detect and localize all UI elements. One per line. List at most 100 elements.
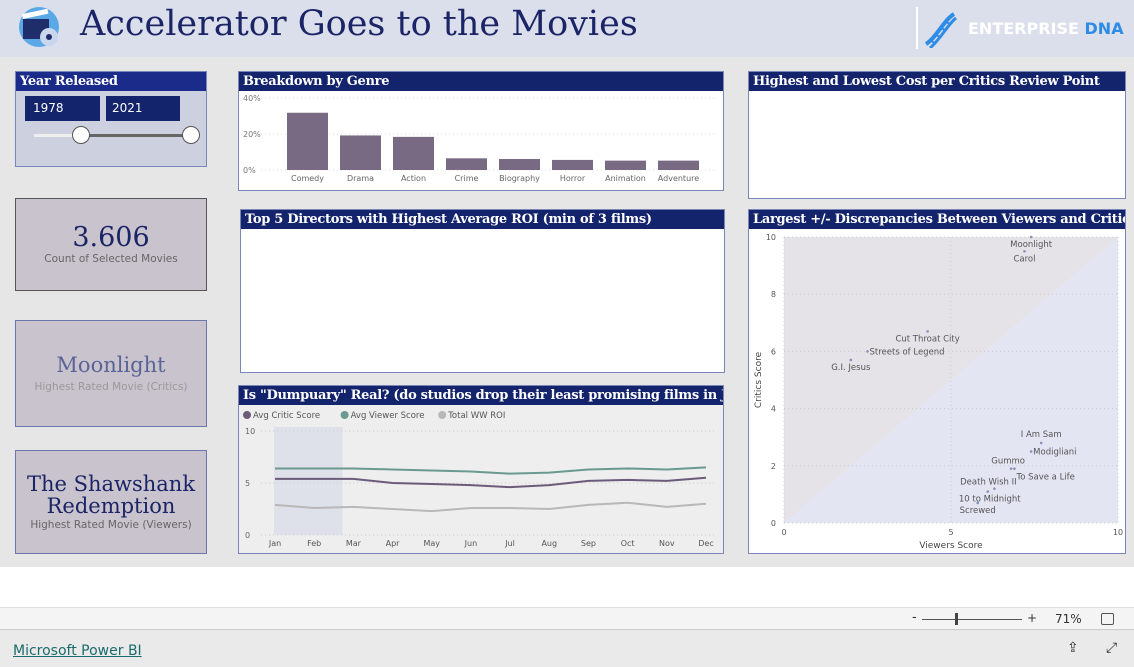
dumpuary-panel: Is "Dumpuary" Real? (do studios drop the… bbox=[238, 385, 724, 554]
bar-drama bbox=[340, 135, 381, 170]
x-tick-label: Drama bbox=[347, 174, 374, 183]
y-tick-label: 5 bbox=[245, 479, 250, 488]
panel-title: Highest and Lowest Cost per Critics Revi… bbox=[749, 72, 1125, 91]
x-tick-label: Mar bbox=[346, 539, 362, 548]
cost-panel: Highest and Lowest Cost per Critics Revi… bbox=[748, 71, 1126, 199]
x-tick-label: Sep bbox=[581, 539, 596, 548]
y-tick-label: 20% bbox=[243, 130, 261, 139]
y-tick-label: 4 bbox=[771, 405, 776, 414]
x-tick-label: Jul bbox=[504, 539, 515, 548]
x-tick-label: Nov bbox=[659, 539, 675, 548]
x-axis-title: Viewers Score bbox=[919, 541, 983, 551]
bar-horror bbox=[552, 159, 593, 170]
zoom-out-button[interactable]: - bbox=[912, 610, 917, 625]
viewers-label: Highest Rated Movie (Viewers) bbox=[30, 519, 192, 532]
highlight-jan-feb bbox=[274, 427, 343, 535]
x-tick-label: Feb bbox=[307, 539, 321, 548]
power-bi-link[interactable]: Microsoft Power BI bbox=[13, 643, 142, 659]
x-tick-label: 5 bbox=[948, 528, 953, 537]
share-icon[interactable]: ⇪ bbox=[1067, 640, 1079, 656]
footer: Microsoft Power BI ⇪ ⤢ bbox=[0, 631, 1134, 667]
scatter-point bbox=[1009, 467, 1013, 470]
x-tick-label: Animation bbox=[605, 174, 646, 183]
scatter-point bbox=[1029, 235, 1033, 239]
fit-to-page-icon[interactable] bbox=[1101, 613, 1114, 625]
x-tick-label: Oct bbox=[621, 539, 635, 548]
legend-marker bbox=[243, 411, 251, 419]
x-tick-label: 10 bbox=[1113, 528, 1123, 537]
scatter-point bbox=[986, 490, 990, 493]
scatter-point bbox=[849, 358, 853, 362]
y-tick-label: 8 bbox=[771, 290, 776, 299]
page-title: Accelerator Goes to the Movies bbox=[80, 4, 638, 44]
genre-bar-chart: 0% 20% 40% Comedy Drama Action Crime Biography H… bbox=[243, 94, 717, 183]
dumpuary-line-chart: Avg Critic Score Avg Viewer Score Total WW… bbox=[243, 411, 717, 548]
panel-title: Breakdown by Genre bbox=[239, 72, 723, 91]
count-value: 3.606 bbox=[72, 222, 150, 254]
discrepancy-scatter-chart: 0 2 4 6 8 10 0 5 10 Viewers Score Critics Score Moo… bbox=[754, 233, 1123, 551]
point-label: I Am Sam bbox=[1021, 430, 1062, 440]
year-end-input[interactable]: 2021 bbox=[106, 96, 180, 121]
point-label: Modigliani bbox=[1033, 448, 1076, 458]
panel-title: Largest +/- Discrepancies Between Viewer… bbox=[749, 210, 1125, 229]
scatter-point bbox=[1029, 450, 1033, 453]
slider-handle-start[interactable] bbox=[72, 126, 90, 144]
zoom-level: 71% bbox=[1055, 612, 1082, 626]
genre-panel: Breakdown by Genre 0% 20% 40% Comedy Drama Ac… bbox=[238, 71, 724, 191]
viewers-value: The Shawshank Redemption bbox=[26, 471, 196, 518]
zoom-slider-handle[interactable] bbox=[955, 613, 958, 625]
y-axis-title: Critics Score bbox=[754, 351, 764, 408]
panel-title: Top 5 Directors with Highest Average ROI… bbox=[241, 210, 724, 229]
scatter-point bbox=[1039, 441, 1043, 445]
x-tick-label: Adventure bbox=[658, 174, 699, 183]
x-tick-label: Dec bbox=[698, 539, 713, 548]
point-label: Gummo bbox=[991, 457, 1025, 467]
enterprise-dna-logo: ENTERPRISE DNA bbox=[968, 19, 1124, 38]
point-label: Carol bbox=[1013, 254, 1035, 264]
bar-action bbox=[393, 136, 434, 170]
y-tick-label: 0 bbox=[245, 531, 250, 540]
point-label: G.I. Jesus bbox=[831, 363, 871, 373]
zoom-in-button[interactable]: + bbox=[1027, 611, 1037, 625]
year-start-input[interactable]: 1978 bbox=[25, 96, 100, 121]
y-tick-label: 40% bbox=[243, 94, 261, 103]
fullscreen-icon[interactable]: ⤢ bbox=[1106, 640, 1117, 656]
slicer-title: Year Released bbox=[16, 72, 206, 91]
count-label: Count of Selected Movies bbox=[44, 252, 178, 265]
point-label: 10 to Midnight bbox=[959, 495, 1021, 505]
scatter-point bbox=[1013, 467, 1016, 470]
x-tick-label: Jan bbox=[268, 539, 281, 548]
slider-handle-end[interactable] bbox=[182, 126, 200, 144]
slider-range bbox=[82, 134, 192, 137]
directors-panel: Top 5 Directors with Highest Average ROI… bbox=[240, 209, 725, 373]
bar-animation bbox=[605, 160, 646, 170]
x-tick-label: Apr bbox=[386, 539, 401, 548]
bar-biography bbox=[499, 159, 540, 170]
x-tick-label: Crime bbox=[455, 174, 479, 183]
point-label: Screwed bbox=[960, 506, 996, 516]
point-label: To Save a Life bbox=[1015, 473, 1074, 483]
scatter-point bbox=[926, 330, 929, 333]
point-label: Streets of Legend bbox=[870, 347, 945, 357]
movie-clapper-icon bbox=[19, 7, 59, 47]
viewers-card: The Shawshank Redemption Highest Rated M… bbox=[15, 450, 207, 554]
point-label: Moonlight bbox=[1010, 240, 1053, 250]
logo-text-accent: DNA bbox=[1084, 19, 1124, 38]
y-tick-label: 10 bbox=[766, 233, 776, 242]
year-released-slicer: Year Released 1978 2021 bbox=[15, 71, 207, 167]
discrepancy-panel: Largest +/- Discrepancies Between Viewer… bbox=[748, 209, 1126, 554]
report-header: Accelerator Goes to the Movies ENTERPRIS… bbox=[0, 0, 1134, 57]
count-card: 3.606 Count of Selected Movies bbox=[15, 198, 207, 291]
x-tick-label: Aug bbox=[541, 539, 557, 548]
scatter-point bbox=[1023, 250, 1026, 253]
x-tick-label: Horror bbox=[560, 174, 586, 183]
dna-icon bbox=[924, 12, 957, 48]
x-tick-label: May bbox=[423, 539, 440, 548]
bar-adventure bbox=[658, 160, 699, 170]
zoom-bar: - + 71% bbox=[0, 607, 1134, 630]
y-tick-label: 2 bbox=[771, 462, 776, 471]
zoom-slider[interactable] bbox=[922, 619, 1022, 620]
point-label: Cut Throat City bbox=[895, 334, 959, 344]
bar-comedy bbox=[287, 112, 328, 170]
x-tick-label: Action bbox=[401, 174, 426, 183]
